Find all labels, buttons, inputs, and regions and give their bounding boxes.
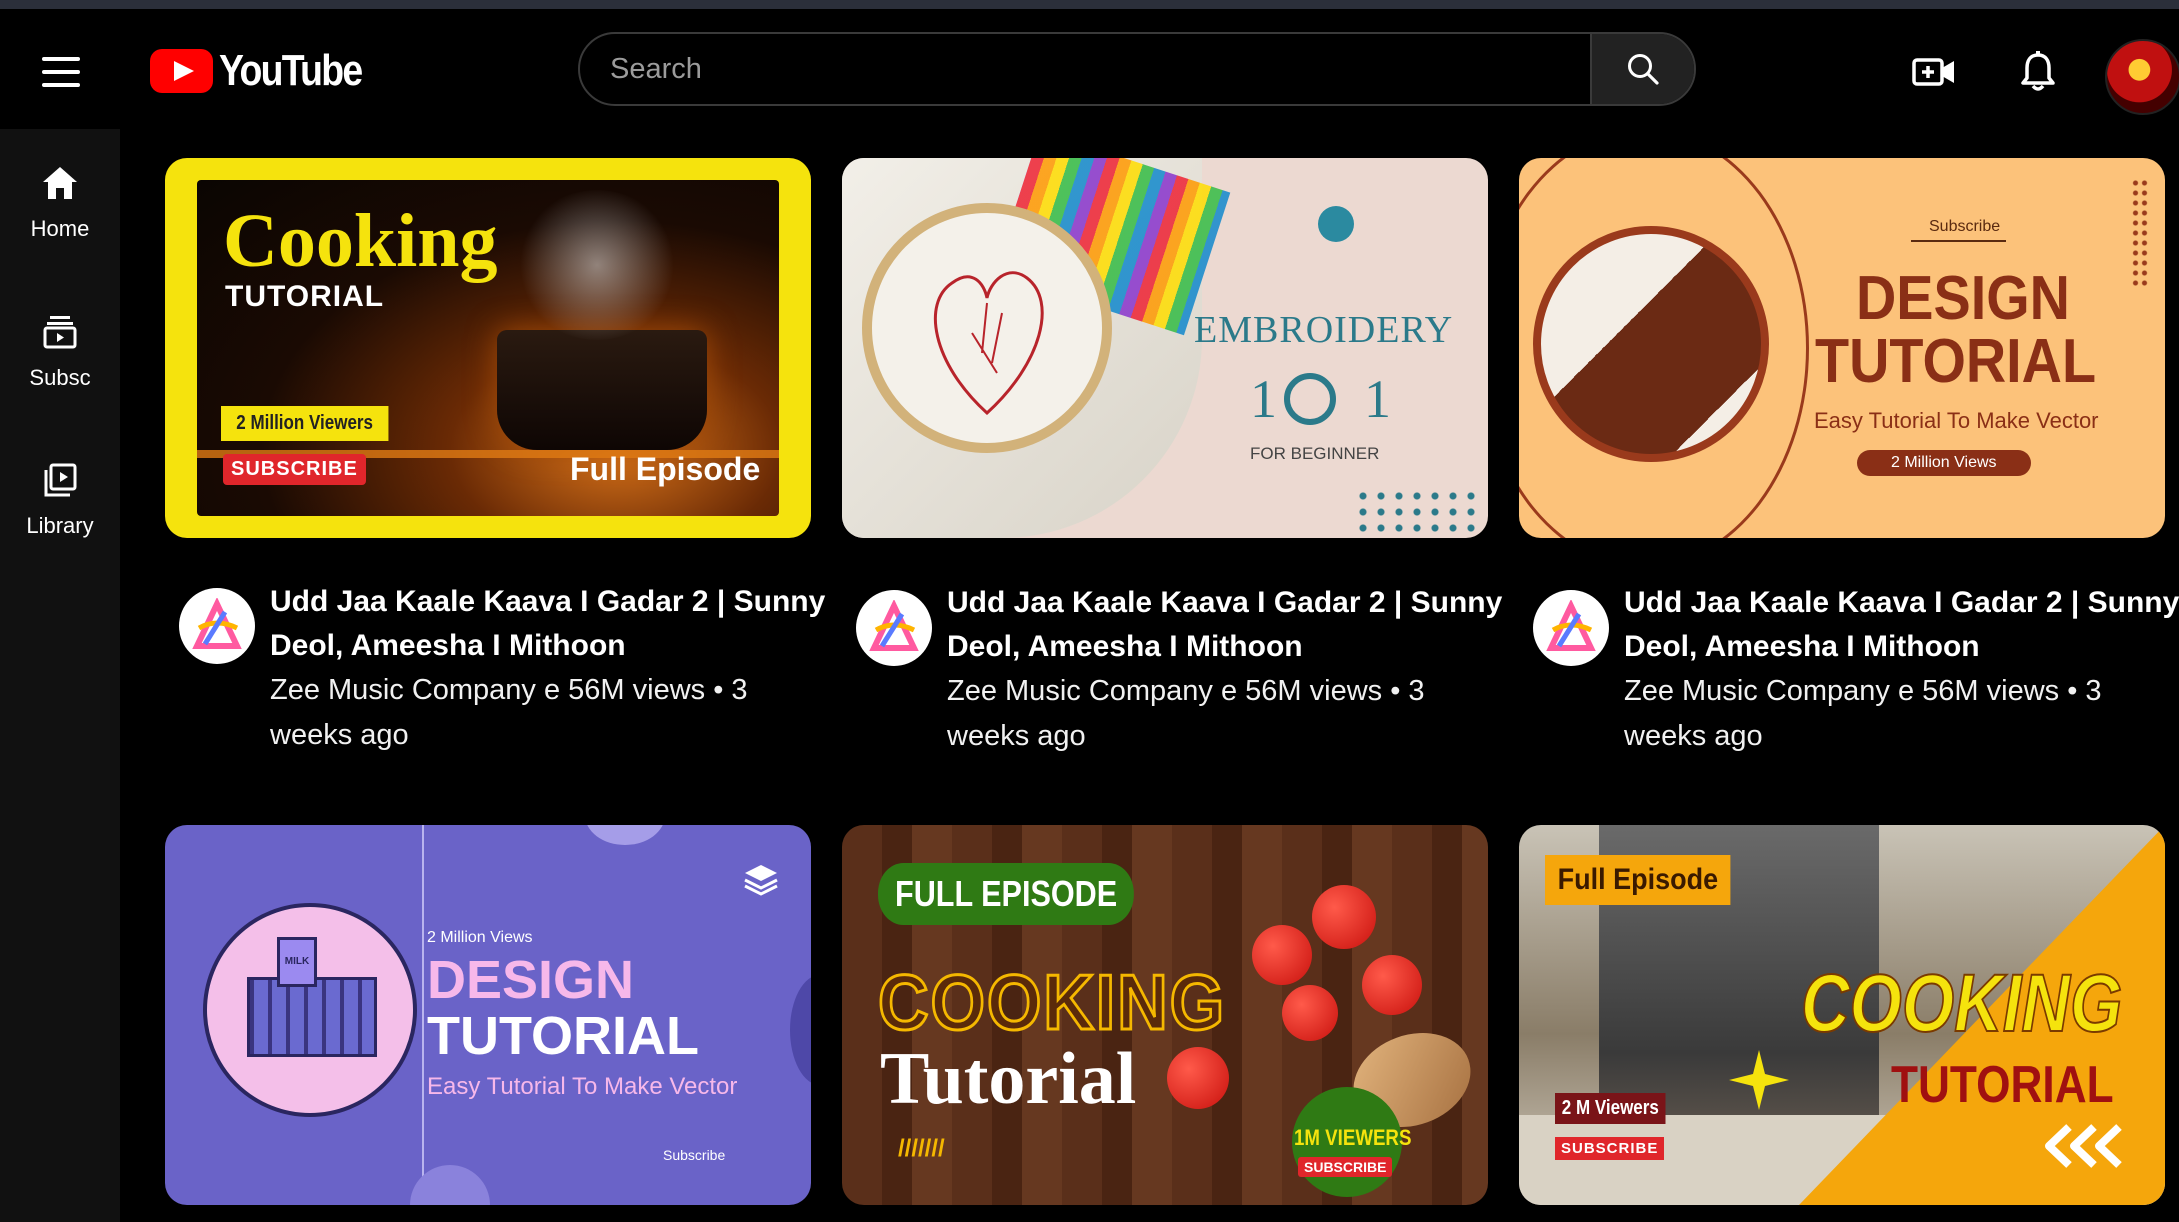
- menu-icon[interactable]: [42, 57, 80, 87]
- thumb-title-2: Tutorial: [880, 1038, 1137, 1120]
- video-meta: Zee Music Company e 56M views • 3 weeks …: [270, 674, 748, 751]
- thumb-subscribe-tag: SUBSCRIBE: [1298, 1157, 1393, 1177]
- decor-icon: [1318, 206, 1354, 242]
- thumb-subscribe-label: Subscribe: [663, 1147, 726, 1163]
- decor-circle: [585, 825, 665, 845]
- thumb-views: 1M VIEWERS: [1294, 1125, 1412, 1150]
- heart-icon: [933, 271, 1044, 416]
- thumb-badge: 2 Million Viewers: [221, 406, 389, 441]
- thumb-slashes: ///////: [898, 1135, 945, 1162]
- cart-illustration: MILK: [203, 903, 417, 1117]
- search-button[interactable]: [1590, 34, 1694, 104]
- sidebar-item-label: Subsc: [29, 365, 91, 390]
- thumb-subtitle: Easy Tutorial To Make Vector: [1814, 408, 2099, 433]
- sparkle-icon: [1729, 1050, 1789, 1115]
- thumb-subtitle: Easy Tutorial To Make Vector: [427, 1073, 738, 1100]
- milk-box: MILK: [277, 937, 317, 987]
- sidebar: Home Subsc Library: [0, 129, 120, 1222]
- search-bar: [578, 32, 1696, 106]
- window-top-strip: [0, 0, 2179, 9]
- chevrons-left-icon: [2039, 1121, 2129, 1176]
- steam-shape: [517, 190, 677, 340]
- thumb-title: COOKING: [877, 957, 1227, 1048]
- tablet-photo: [1533, 226, 1769, 462]
- thumb-title-2: TUTORIAL: [1815, 327, 2097, 396]
- logo-text: YouTube: [219, 46, 363, 95]
- thumb-title: Cooking: [223, 199, 498, 283]
- video-card[interactable]: Full Episode COOKING TUTORIAL 2 M Viewer…: [1519, 825, 2165, 1205]
- channel-logo-icon: [1546, 600, 1596, 651]
- thumb-title: COOKING: [1800, 957, 2123, 1050]
- video-thumbnail[interactable]: EMBROIDERY 1 1 FOR BEGINNER: [842, 158, 1488, 538]
- video-thumbnail[interactable]: FULL EPISODE COOKING Tutorial /////// 1M…: [842, 825, 1488, 1205]
- thumb-number-zero: [1284, 373, 1336, 425]
- thumb-episode-badge: FULL EPISODE: [878, 863, 1135, 925]
- video-meta: Zee Music Company e 56M views • 3 weeks …: [947, 675, 1425, 752]
- thumb-number-right: 1: [1364, 369, 1391, 429]
- video-meta: Zee Music Company e 56M views • 3 weeks …: [1624, 675, 2102, 752]
- video-thumbnail[interactable]: Cooking TUTORIAL 2 Million Viewers SUBSC…: [165, 158, 811, 538]
- thumb-title: DESIGN: [427, 950, 635, 1010]
- video-title[interactable]: Udd Jaa Kaale Kaava I Gadar 2 | Sunny De…: [947, 581, 1507, 669]
- thumb-views: 2 M Viewers: [1555, 1093, 1666, 1124]
- thumb-episode-text: Full Episode: [570, 451, 761, 487]
- youtube-play-icon: [150, 49, 213, 93]
- thumb-subtitle: TUTORIAL: [225, 280, 385, 313]
- video-card[interactable]: Cooking TUTORIAL 2 Million Viewers SUBSC…: [165, 158, 825, 751]
- home-icon: [43, 167, 77, 199]
- divider-line: [422, 825, 424, 1205]
- search-input[interactable]: [580, 34, 1590, 104]
- channel-logo-icon: [192, 598, 242, 649]
- subscriptions-icon: [43, 316, 77, 349]
- thumb-episode-badge: Full Episode: [1545, 855, 1731, 905]
- dot-pattern: [1354, 488, 1484, 532]
- thumb-title-2: TUTORIAL: [1891, 1056, 2114, 1114]
- thumb-subtitle: FOR BEGINNER: [1250, 444, 1380, 463]
- video-card[interactable]: Subscribe DESIGN TUTORIAL Easy Tutorial …: [1519, 158, 2179, 752]
- channel-avatar[interactable]: [1533, 590, 1609, 666]
- sidebar-item-home[interactable]: Home: [0, 165, 120, 242]
- library-icon: [44, 463, 77, 497]
- video-title[interactable]: Udd Jaa Kaale Kaava I Gadar 2 | Sunny De…: [1624, 581, 2179, 669]
- video-card[interactable]: MILK 2 Million Views DESIGN TUTORIAL Eas…: [165, 825, 811, 1205]
- user-avatar[interactable]: [2105, 39, 2179, 115]
- video-title[interactable]: Udd Jaa Kaale Kaava I Gadar 2 | Sunny De…: [270, 580, 830, 668]
- video-thumbnail[interactable]: Full Episode COOKING TUTORIAL 2 M Viewer…: [1519, 825, 2165, 1205]
- tomato-shape: [1167, 1047, 1229, 1109]
- create-video-icon[interactable]: [1912, 57, 1956, 92]
- thumb-title: EMBROIDERY: [1194, 309, 1454, 351]
- video-thumbnail[interactable]: Subscribe DESIGN TUTORIAL Easy Tutorial …: [1519, 158, 2165, 538]
- thumb-title: DESIGN: [1856, 264, 2070, 333]
- sidebar-item-label: Home: [30, 216, 90, 241]
- search-icon: [1628, 54, 1659, 85]
- top-header: YouTube: [0, 9, 2179, 129]
- sidebar-item-subscriptions[interactable]: Subsc: [0, 314, 120, 391]
- sidebar-item-label: Library: [26, 513, 94, 538]
- embroidery-hoop: [862, 203, 1112, 453]
- thumb-subscribe-label: Subscribe: [1911, 218, 2007, 242]
- tomatoes-image: [1252, 865, 1452, 1045]
- thumb-subscribe-tag: SUBSCRIBE: [1555, 1137, 1665, 1160]
- thumb-subscribe-tag: SUBSCRIBE: [223, 454, 366, 485]
- youtube-logo[interactable]: YouTube: [150, 46, 387, 96]
- layers-icon: [743, 861, 779, 902]
- dot-pattern: [2131, 178, 2149, 288]
- notifications-bell-icon[interactable]: [2020, 51, 2056, 98]
- video-card[interactable]: EMBROIDERY 1 1 FOR BEGINNER Udd Jaa Kaal…: [842, 158, 1502, 752]
- video-thumbnail[interactable]: MILK 2 Million Views DESIGN TUTORIAL Eas…: [165, 825, 811, 1205]
- channel-avatar[interactable]: [856, 590, 932, 666]
- decor-circle: [790, 975, 811, 1085]
- video-card[interactable]: FULL EPISODE COOKING Tutorial /////// 1M…: [842, 825, 1488, 1205]
- thumb-views-pill: 2 Million Views: [1857, 450, 2031, 476]
- pot-shape: [497, 330, 707, 450]
- thumb-title-2: TUTORIAL: [427, 1006, 699, 1066]
- channel-avatar[interactable]: [179, 588, 255, 664]
- sidebar-item-library[interactable]: Library: [0, 462, 120, 539]
- channel-logo-icon: [869, 600, 919, 651]
- cart-basket: [247, 977, 377, 1057]
- thumb-number-left: 1: [1250, 369, 1277, 429]
- thumb-views: 2 Million Views: [427, 929, 533, 946]
